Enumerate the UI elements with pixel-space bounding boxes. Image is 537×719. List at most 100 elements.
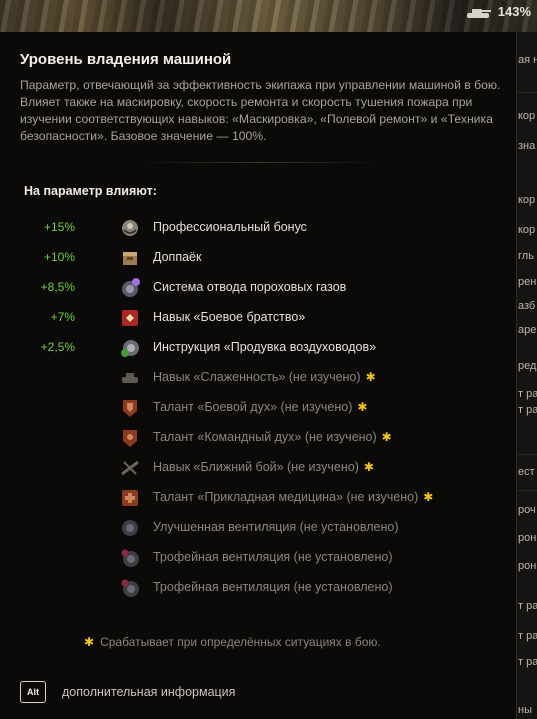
background-text-fragment: т ра (518, 600, 537, 612)
modifier-row: Талант «Прикладная медицина» (не изучено… (0, 487, 480, 509)
background-text-fragment: рон (518, 560, 537, 572)
close-combat-icon (119, 457, 141, 479)
modifier-text: Доппаёк (153, 250, 202, 264)
modifier-label: Талант «Командный дух» (не изучено) ✱ (153, 430, 392, 444)
extra-ration-icon (119, 247, 141, 269)
background-text-fragment: аре (518, 324, 537, 336)
modifier-row: +10% Доппаёк (0, 247, 480, 269)
background-text-fragment: т ра (518, 656, 537, 668)
combat-spirit-icon (119, 397, 141, 419)
background-text-fragment: кор (518, 194, 536, 206)
professional-bonus-icon (119, 217, 141, 239)
modifier-text: Талант «Боевой дух» (не изучено) (153, 400, 353, 414)
modifier-row: +2,5% Инструкция «Продувка воздуховодов» (0, 337, 480, 359)
background-text-fragment: гль (518, 250, 534, 262)
brothers-in-arms-icon (119, 307, 141, 329)
modifier-text: Улучшенная вентиляция (не установлено) (153, 520, 399, 534)
background-text-fragment: роч (518, 504, 536, 516)
modifier-label: Трофейная вентиляция (не установлено) (153, 550, 393, 564)
modifier-text: Система отвода пороховых газов (153, 280, 347, 294)
modifier-row: Трофейная вентиляция (не установлено) (0, 577, 480, 599)
background-text-fragment: ны (518, 704, 532, 716)
modifier-row: Улучшенная вентиляция (не установлено) (0, 517, 480, 539)
modifier-label: Инструкция «Продувка воздуховодов» (153, 340, 376, 354)
modifier-text: Инструкция «Продувка воздуховодов» (153, 340, 377, 354)
modifier-label: Трофейная вентиляция (не установлено) (153, 580, 393, 594)
modifier-text: Талант «Командный дух» (не изучено) (153, 430, 377, 444)
modifier-text: Навык «Ближний бой» (не изучено) (153, 460, 359, 474)
background-text-fragment: азб (518, 300, 536, 312)
divider (517, 454, 537, 455)
applied-medicine-icon (119, 487, 141, 509)
affects-title: На параметр влияют: (24, 184, 157, 198)
tooltip-description: Параметр, отвечающий за эффективность эк… (20, 78, 501, 143)
modifier-label: Талант «Боевой дух» (не изучено) ✱ (153, 400, 367, 414)
modifier-row: Талант «Боевой дух» (не изучено) ✱ (0, 397, 480, 419)
modifier-text: Трофейная вентиляция (не установлено) (153, 550, 393, 564)
modifier-row: Трофейная вентиляция (не установлено) (0, 547, 480, 569)
modifier-value: +8,5% (40, 280, 75, 294)
modifier-value: +2,5% (40, 340, 75, 354)
modifier-text: Талант «Прикладная медицина» (не изучено… (153, 490, 419, 504)
modifier-label: Навык «Боевое братство» (153, 310, 305, 324)
background-text-fragment: кор (518, 224, 536, 236)
team-spirit-icon (119, 427, 141, 449)
background-text-fragment: зна (518, 140, 536, 152)
zoom-level: 143% (497, 4, 531, 19)
modifier-row: +8,5% Система отвода пороховых газов (0, 277, 480, 299)
modifier-text: Навык «Слаженность» (не изучено) (153, 370, 361, 384)
background-text-fragment: кор (518, 110, 536, 122)
modifier-row: Талант «Командный дух» (не изучено) ✱ (0, 427, 480, 449)
modifier-value: +15% (43, 220, 75, 234)
instruction-icon (119, 337, 141, 359)
modifier-text: Профессиональный бонус (153, 220, 307, 234)
footnote: ✱ Срабатывает при определённых ситуациях … (84, 635, 381, 649)
trophy-ventilation-icon (119, 547, 141, 569)
modifier-label: Навык «Слаженность» (не изучено) ✱ (153, 370, 376, 384)
divider (517, 490, 537, 491)
divider (140, 162, 380, 163)
star-icon: ✱ (84, 635, 95, 649)
background-text-fragment: т ра (518, 404, 537, 416)
modifier-label: Талант «Прикладная медицина» (не изучено… (153, 490, 433, 504)
star-icon: ✱ (365, 370, 376, 384)
tooltip-title: Уровень владения машиной (20, 51, 232, 68)
modifier-text: Навык «Боевое братство» (153, 310, 306, 324)
modifier-text: Трофейная вентиляция (не установлено) (153, 580, 393, 594)
modifier-row: +7% Навык «Боевое братство» (0, 307, 480, 329)
status-bar: 143% (466, 4, 531, 19)
gas-extraction-icon (119, 277, 141, 299)
modifier-value: +10% (43, 250, 75, 264)
background-text-fragment: рон (518, 532, 537, 544)
star-icon: ✱ (423, 490, 434, 504)
background-text-fragment: ая на (518, 54, 537, 66)
footnote-text: Срабатывает при определённых ситуациях в… (100, 635, 381, 649)
cohesion-icon (119, 367, 141, 389)
alt-label: дополнительная информация (62, 685, 236, 699)
tank-icon (466, 8, 491, 18)
modifier-label: Доппаёк (153, 250, 201, 264)
modifier-row: Навык «Ближний бой» (не изучено) ✱ (0, 457, 480, 479)
modifier-label: Навык «Ближний бой» (не изучено) ✱ (153, 460, 374, 474)
modifier-label: Система отвода пороховых газов (153, 280, 346, 294)
background-text-fragment: т ра (518, 388, 537, 400)
modifier-label: Профессиональный бонус (153, 220, 307, 234)
tooltip-panel: Уровень владения машиной Параметр, отвеч… (0, 32, 517, 719)
trophy-ventilation-icon (119, 577, 141, 599)
background-text-fragment: ред (518, 360, 537, 372)
modifier-row: +15% Профессиональный бонус (0, 217, 480, 239)
background-panel: ая на кор зна кор кор гль рен азб аре ред т ра т ра… (517, 32, 537, 719)
background-text-fragment: ест (518, 466, 535, 478)
star-icon: ✱ (357, 400, 368, 414)
ventilation-icon (119, 517, 141, 539)
star-icon: ✱ (381, 430, 392, 444)
divider (517, 92, 537, 93)
modifier-value: +7% (50, 310, 75, 324)
background-scene (0, 0, 537, 32)
star-icon: ✱ (363, 460, 374, 474)
background-text-fragment: т ра (518, 630, 537, 642)
background-text-fragment: рен (518, 276, 537, 288)
alt-key-icon: Alt (20, 681, 46, 703)
modifier-label: Улучшенная вентиляция (не установлено) (153, 520, 399, 534)
modifier-row: Навык «Слаженность» (не изучено) ✱ (0, 367, 480, 389)
